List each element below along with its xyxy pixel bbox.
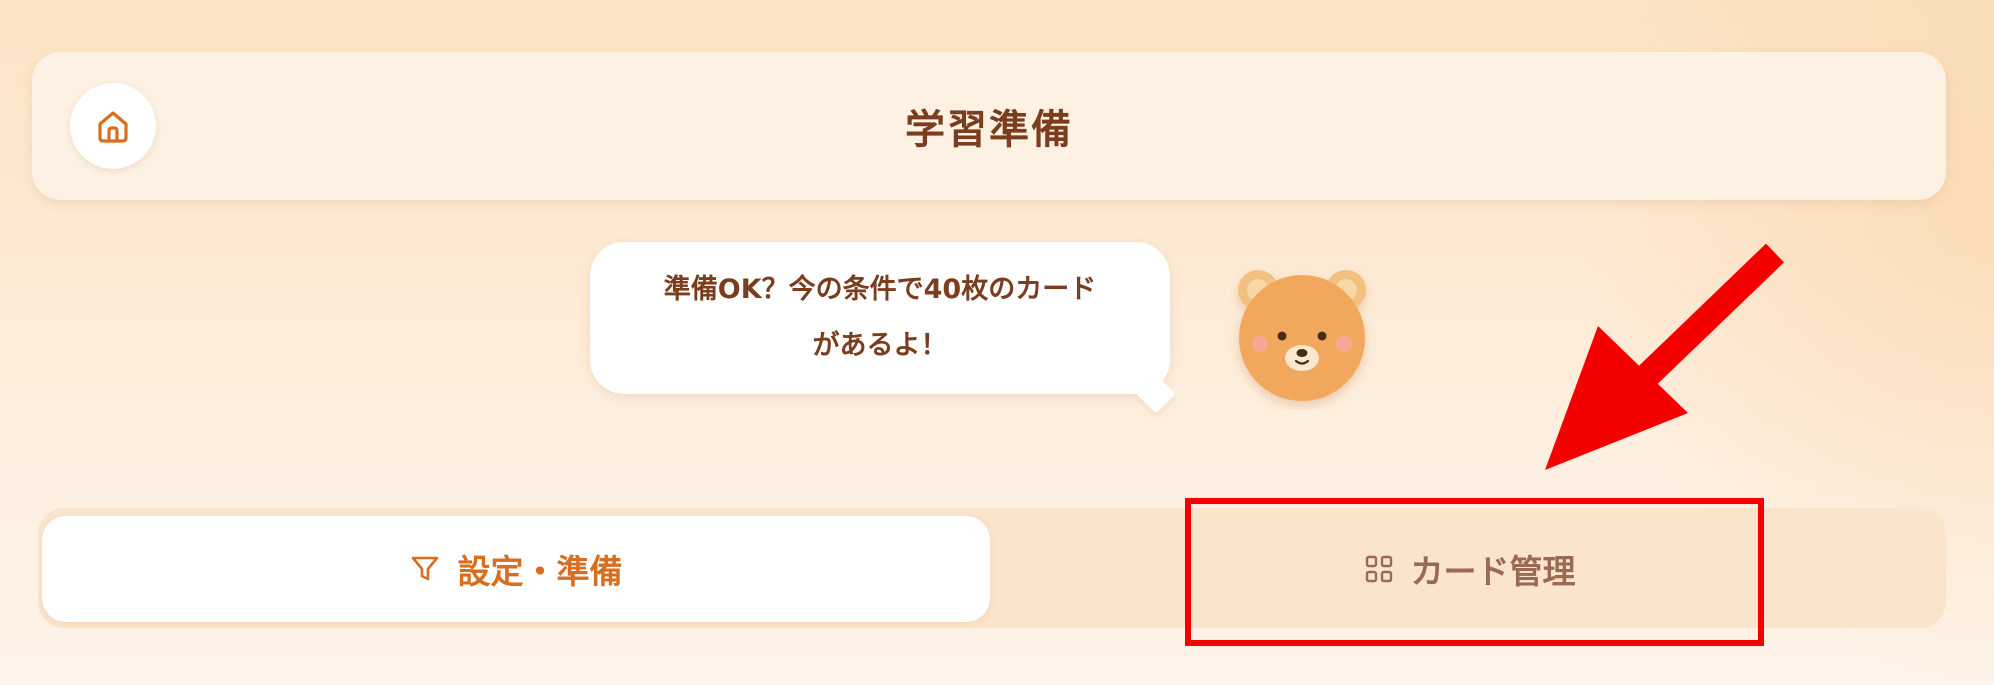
speech-bubble-line-2: があるよ！ [812, 330, 948, 361]
page-title: 学習準備 [905, 107, 1073, 153]
pointer-arrow [1545, 243, 1785, 470]
highlight-box [1185, 498, 1764, 646]
tab-settings[interactable]: 設定・準備 [42, 516, 990, 622]
tab-settings-label: 設定・準備 [457, 552, 623, 591]
home-icon [93, 106, 133, 146]
speech-bubble: 準備OK？今の条件で40枚のカード があるよ！ [590, 242, 1170, 394]
filter-icon [410, 554, 440, 584]
header-bar: 学習準備 [32, 52, 1946, 200]
speech-bubble-line-1: 準備OK？今の条件で40枚のカード [663, 274, 1097, 305]
bear-icon [1228, 262, 1376, 410]
home-button[interactable] [70, 83, 156, 169]
